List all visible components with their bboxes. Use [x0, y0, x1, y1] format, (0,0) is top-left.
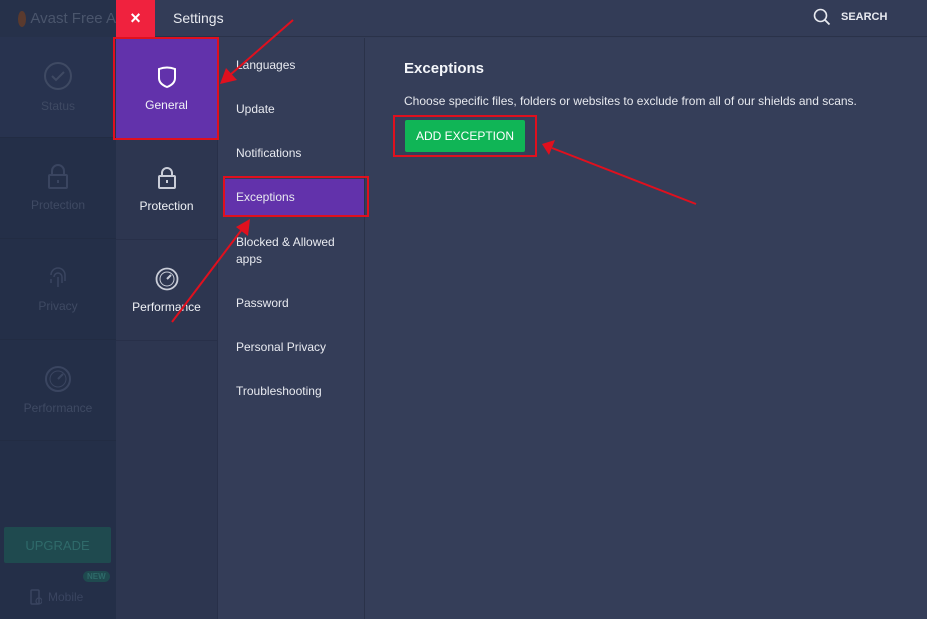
subcategory-personal-privacy[interactable]: Personal Privacy [224, 339, 364, 356]
lock-icon [157, 166, 176, 189]
settings-topbar: × Settings SEARCH [116, 0, 927, 37]
background-nav-label: Protection [30, 198, 86, 212]
settings-subcategory-list: Languages Update Notifications Exception… [218, 38, 365, 619]
subcategory-notifications[interactable]: Notifications [224, 145, 364, 162]
background-nav-label: Performance [23, 401, 93, 415]
speedometer-icon [45, 366, 71, 392]
avast-logo-icon [18, 10, 27, 27]
category-label: General [145, 97, 188, 112]
background-nav-label: Status [40, 99, 76, 113]
mobile-icon [30, 589, 42, 605]
category-label: Protection [139, 198, 194, 213]
category-protection[interactable]: Protection [116, 139, 217, 240]
close-icon: × [130, 8, 141, 28]
search-icon [813, 8, 831, 26]
subcategory-troubleshooting[interactable]: Troubleshooting [224, 383, 364, 400]
close-settings-button[interactable]: × [116, 0, 155, 37]
app-window: Avast Free A Status Protection Privacy P… [0, 0, 927, 619]
settings-title: Settings [173, 10, 224, 26]
shield-icon [157, 66, 176, 88]
background-upgrade-button: UPGRADE [4, 527, 111, 563]
subcategory-update[interactable]: Update [224, 101, 364, 118]
check-circle-icon [44, 62, 72, 90]
add-exception-button[interactable]: ADD EXCEPTION [405, 120, 525, 152]
lock-icon [48, 164, 68, 189]
settings-category-list: General Protection Performance [116, 38, 218, 619]
subcategory-exceptions[interactable]: Exceptions [224, 179, 364, 215]
background-mobile-link: Mobile [30, 589, 83, 605]
background-nav-status: Status [0, 37, 116, 138]
background-nav-label: Privacy [38, 299, 78, 313]
background-mobile-label: Mobile [48, 590, 84, 604]
content-title: Exceptions [404, 60, 485, 77]
category-performance[interactable]: Performance [116, 240, 217, 341]
background-nav: Status Protection Privacy Performance [0, 37, 116, 441]
speedometer-icon [155, 267, 178, 290]
search-label: SEARCH [841, 11, 888, 23]
new-badge: NEW [83, 571, 110, 582]
background-app-title: Avast Free A [30, 10, 116, 27]
background-app-titlebar: Avast Free A [0, 0, 116, 37]
background-app-sidebar: Avast Free A Status Protection Privacy P… [0, 0, 116, 619]
subcategory-languages[interactable]: Languages [224, 57, 364, 74]
subcategory-password[interactable]: Password [224, 295, 364, 312]
fingerprint-icon [50, 267, 66, 287]
search-button[interactable]: SEARCH [813, 8, 887, 26]
content-description: Choose specific files, folders or websit… [404, 94, 857, 108]
background-nav-privacy: Privacy [0, 239, 116, 340]
category-label: Performance [132, 299, 201, 314]
category-general[interactable]: General [116, 38, 217, 139]
exceptions-content: Exceptions Choose specific files, folder… [365, 38, 927, 619]
subcategory-blocked-allowed-apps[interactable]: Blocked & Allowed apps [224, 234, 349, 268]
background-nav-performance: Performance [0, 340, 116, 441]
settings-panel: × Settings SEARCH General Protection Per… [116, 0, 927, 619]
background-nav-protection: Protection [0, 138, 116, 239]
